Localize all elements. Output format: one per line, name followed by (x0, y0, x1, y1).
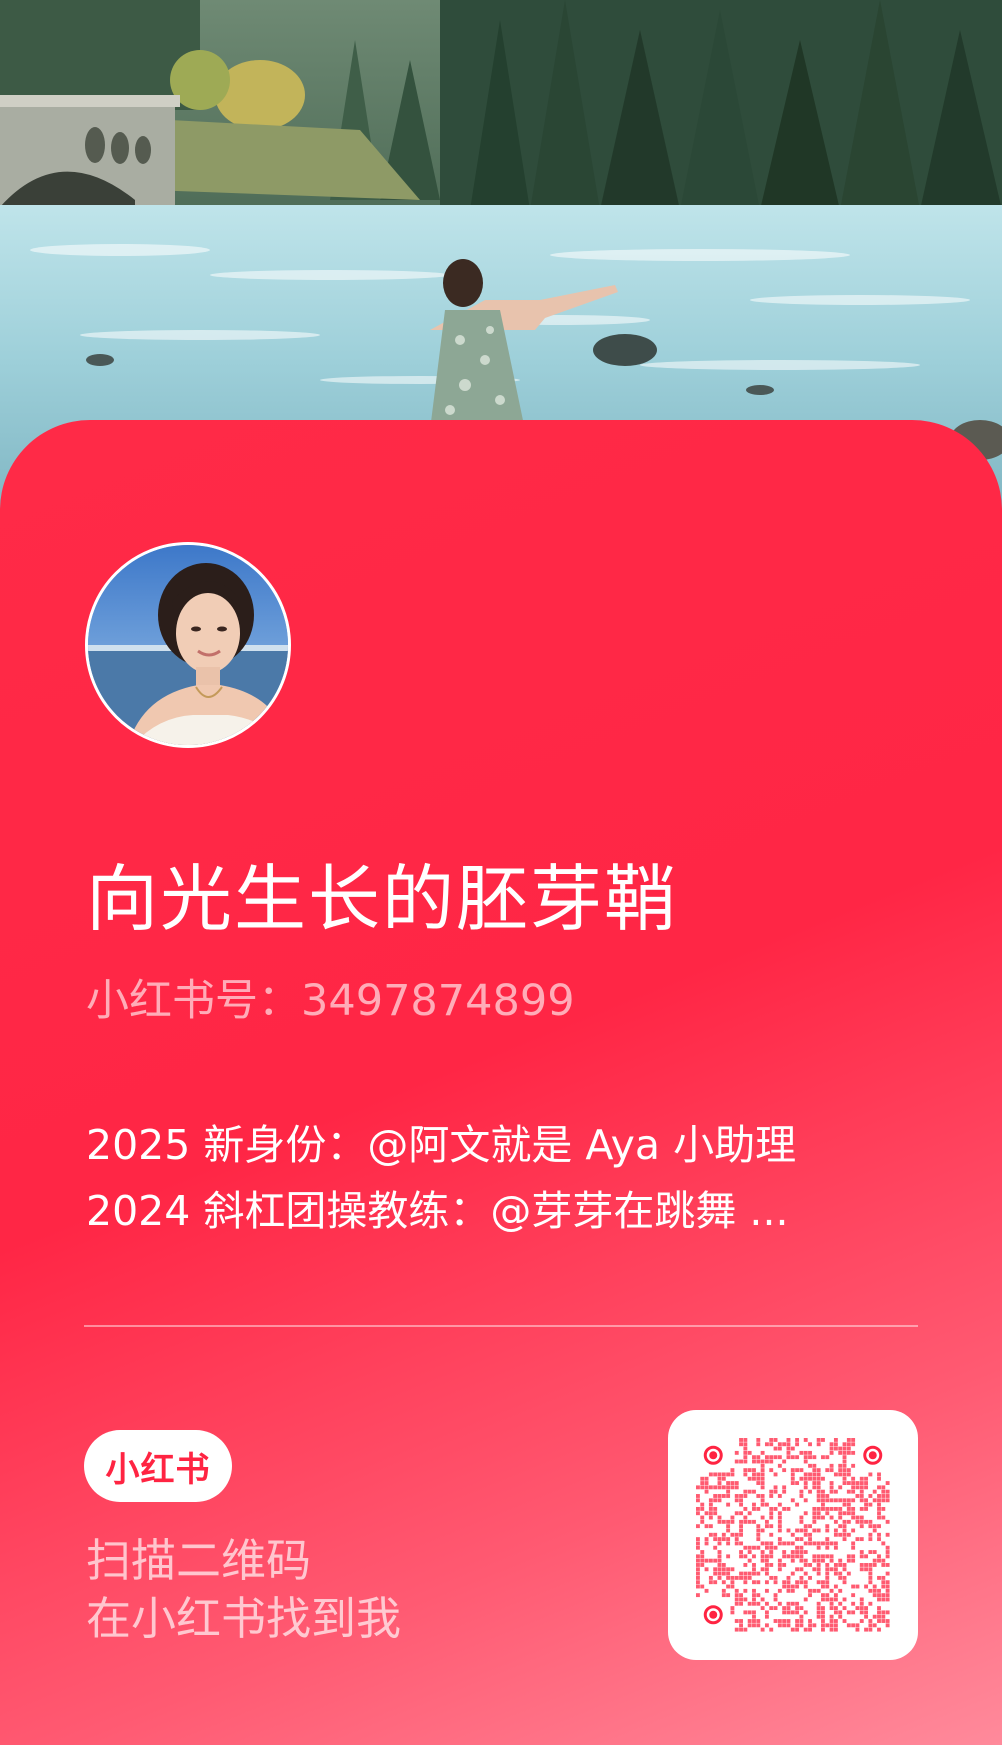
profile-card: 向光生长的胚芽鞘 小红书号：3497874899 2025 新身份：@阿文就是 … (0, 420, 1002, 1745)
xiaohongshu-logo-icon: 小红书 (84, 1430, 232, 1502)
bio-line: 2024 斜杠团操教练：@芽芽在跳舞 ... (86, 1187, 789, 1235)
avatar[interactable] (85, 542, 291, 748)
bio-line: 2025 新身份：@阿文就是 Aya 小助理 (86, 1121, 797, 1169)
scan-line: 扫描二维码 (86, 1534, 312, 1587)
scan-instructions: 扫描二维码 在小红书找到我 (86, 1532, 401, 1648)
divider (84, 1325, 918, 1327)
profile-bio: 2025 新身份：@阿文就是 Aya 小助理 2024 斜杠团操教练：@芽芽在跳… (86, 1112, 926, 1244)
share-card-page: 向光生长的胚芽鞘 小红书号：3497874899 2025 新身份：@阿文就是 … (0, 0, 1002, 1745)
logo-text: 小红书 (105, 1449, 211, 1490)
scan-line: 在小红书找到我 (86, 1592, 402, 1645)
profile-name: 向光生长的胚芽鞘 (86, 857, 679, 941)
red-id: 小红书号：3497874899 (86, 976, 575, 1026)
qr-code-icon[interactable] (668, 1410, 918, 1660)
